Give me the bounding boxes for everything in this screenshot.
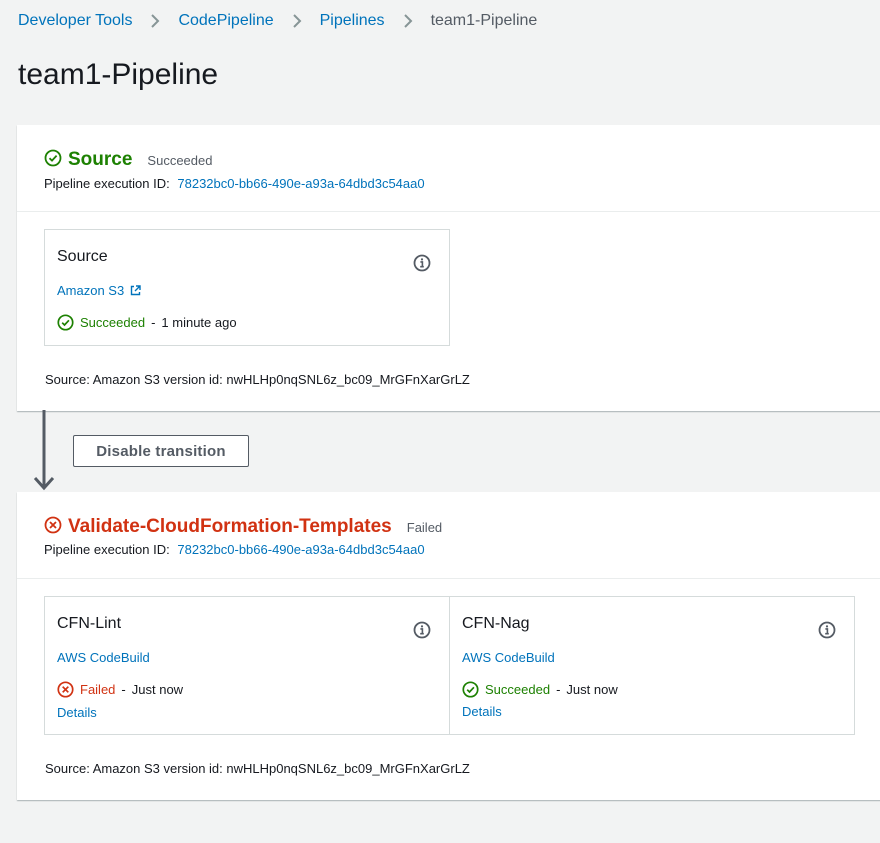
- check-circle-icon: [57, 314, 74, 331]
- chevron-right-icon: [403, 13, 413, 29]
- execution-id-label: Pipeline execution ID:: [44, 176, 170, 191]
- breadcrumb-current: team1-Pipeline: [430, 12, 538, 29]
- execution-id-link[interactable]: 78232bc0-bb66-490e-a93a-64dbd3c54aa0: [177, 542, 424, 557]
- stage-title-row: Validate-CloudFormation-Templates Failed: [44, 514, 442, 538]
- action-provider: Amazon S3: [57, 283, 141, 298]
- status-time: Just now: [131, 682, 184, 697]
- stage-name: Source: [68, 149, 133, 170]
- chevron-right-icon: [292, 13, 302, 29]
- action-status: Succeeded - Just now: [462, 681, 618, 698]
- disable-transition-button[interactable]: Disable transition: [73, 435, 249, 467]
- external-link-icon[interactable]: [130, 285, 141, 296]
- info-icon[interactable]: [413, 254, 431, 272]
- page-title: team1-Pipeline: [18, 58, 219, 91]
- action-title: CFN-Nag: [462, 615, 530, 632]
- breadcrumb-pipelines[interactable]: Pipelines: [320, 12, 385, 30]
- source-version-line: Source: Amazon S3 version id: nwHLHp0nqS…: [45, 372, 470, 387]
- status-text: Succeeded: [485, 682, 551, 697]
- info-icon[interactable]: [413, 621, 431, 639]
- transition-arrow-icon: [33, 410, 55, 492]
- check-circle-icon: [462, 681, 479, 698]
- breadcrumb-codepipeline[interactable]: CodePipeline: [178, 12, 273, 30]
- stage-status: Succeeded: [147, 153, 213, 168]
- provider-link[interactable]: AWS CodeBuild: [462, 650, 555, 665]
- action-status: Succeeded - 1 minute ago: [57, 314, 237, 331]
- stage-status: Failed: [406, 520, 443, 535]
- execution-id-label: Pipeline execution ID:: [44, 542, 170, 557]
- stage-header: Validate-CloudFormation-Templates Failed…: [17, 492, 880, 579]
- source-version-line: Source: Amazon S3 version id: nwHLHp0nqS…: [45, 761, 470, 776]
- status-time: Just now: [566, 682, 618, 697]
- stage-header: Source Succeeded Pipeline execution ID: …: [17, 125, 880, 212]
- execution-id-row: Pipeline execution ID: 78232bc0-bb66-490…: [44, 542, 425, 557]
- execution-id-row: Pipeline execution ID: 78232bc0-bb66-490…: [44, 176, 425, 191]
- status-text: Failed: [80, 682, 116, 697]
- action-provider: AWS CodeBuild: [462, 650, 555, 665]
- action-provider: AWS CodeBuild: [57, 650, 150, 665]
- action-card-cfn-lint: CFN-Lint AWS CodeBuild Failed - Just now…: [44, 596, 450, 735]
- action-status: Failed - Just now: [57, 681, 183, 698]
- breadcrumb-developer-tools[interactable]: Developer Tools: [18, 12, 132, 30]
- details-link[interactable]: Details: [462, 704, 502, 719]
- provider-link[interactable]: AWS CodeBuild: [57, 650, 150, 665]
- stage-title-row: Source Succeeded: [44, 147, 212, 171]
- action-title: CFN-Lint: [57, 615, 122, 632]
- check-circle-icon: [44, 149, 62, 167]
- provider-link[interactable]: Amazon S3: [57, 283, 124, 298]
- error-circle-icon: [44, 516, 62, 534]
- status-text: Succeeded: [80, 315, 146, 330]
- action-card-cfn-nag: CFN-Nag AWS CodeBuild Succeeded - Just n…: [449, 596, 855, 735]
- stage-name: Validate-CloudFormation-Templates: [68, 516, 392, 537]
- status-time: 1 minute ago: [161, 315, 237, 330]
- stage-source: Source Succeeded Pipeline execution ID: …: [17, 125, 880, 411]
- breadcrumb: Developer Tools CodePipeline Pipelines t…: [18, 12, 537, 30]
- action-title: Source: [57, 248, 108, 265]
- info-icon[interactable]: [818, 621, 836, 639]
- details-link[interactable]: Details: [57, 705, 97, 720]
- stage-body: Source Amazon S3 Succeeded - 1 minute ag…: [17, 212, 880, 411]
- execution-id-link[interactable]: 78232bc0-bb66-490e-a93a-64dbd3c54aa0: [177, 176, 424, 191]
- chevron-right-icon: [150, 13, 160, 29]
- error-circle-icon: [57, 681, 74, 698]
- action-card-source: Source Amazon S3 Succeeded - 1 minute ag…: [44, 229, 450, 346]
- stage-validate-cloudformation-templates: Validate-CloudFormation-Templates Failed…: [17, 492, 880, 800]
- stage-body: CFN-Lint AWS CodeBuild Failed - Just now…: [17, 579, 880, 800]
